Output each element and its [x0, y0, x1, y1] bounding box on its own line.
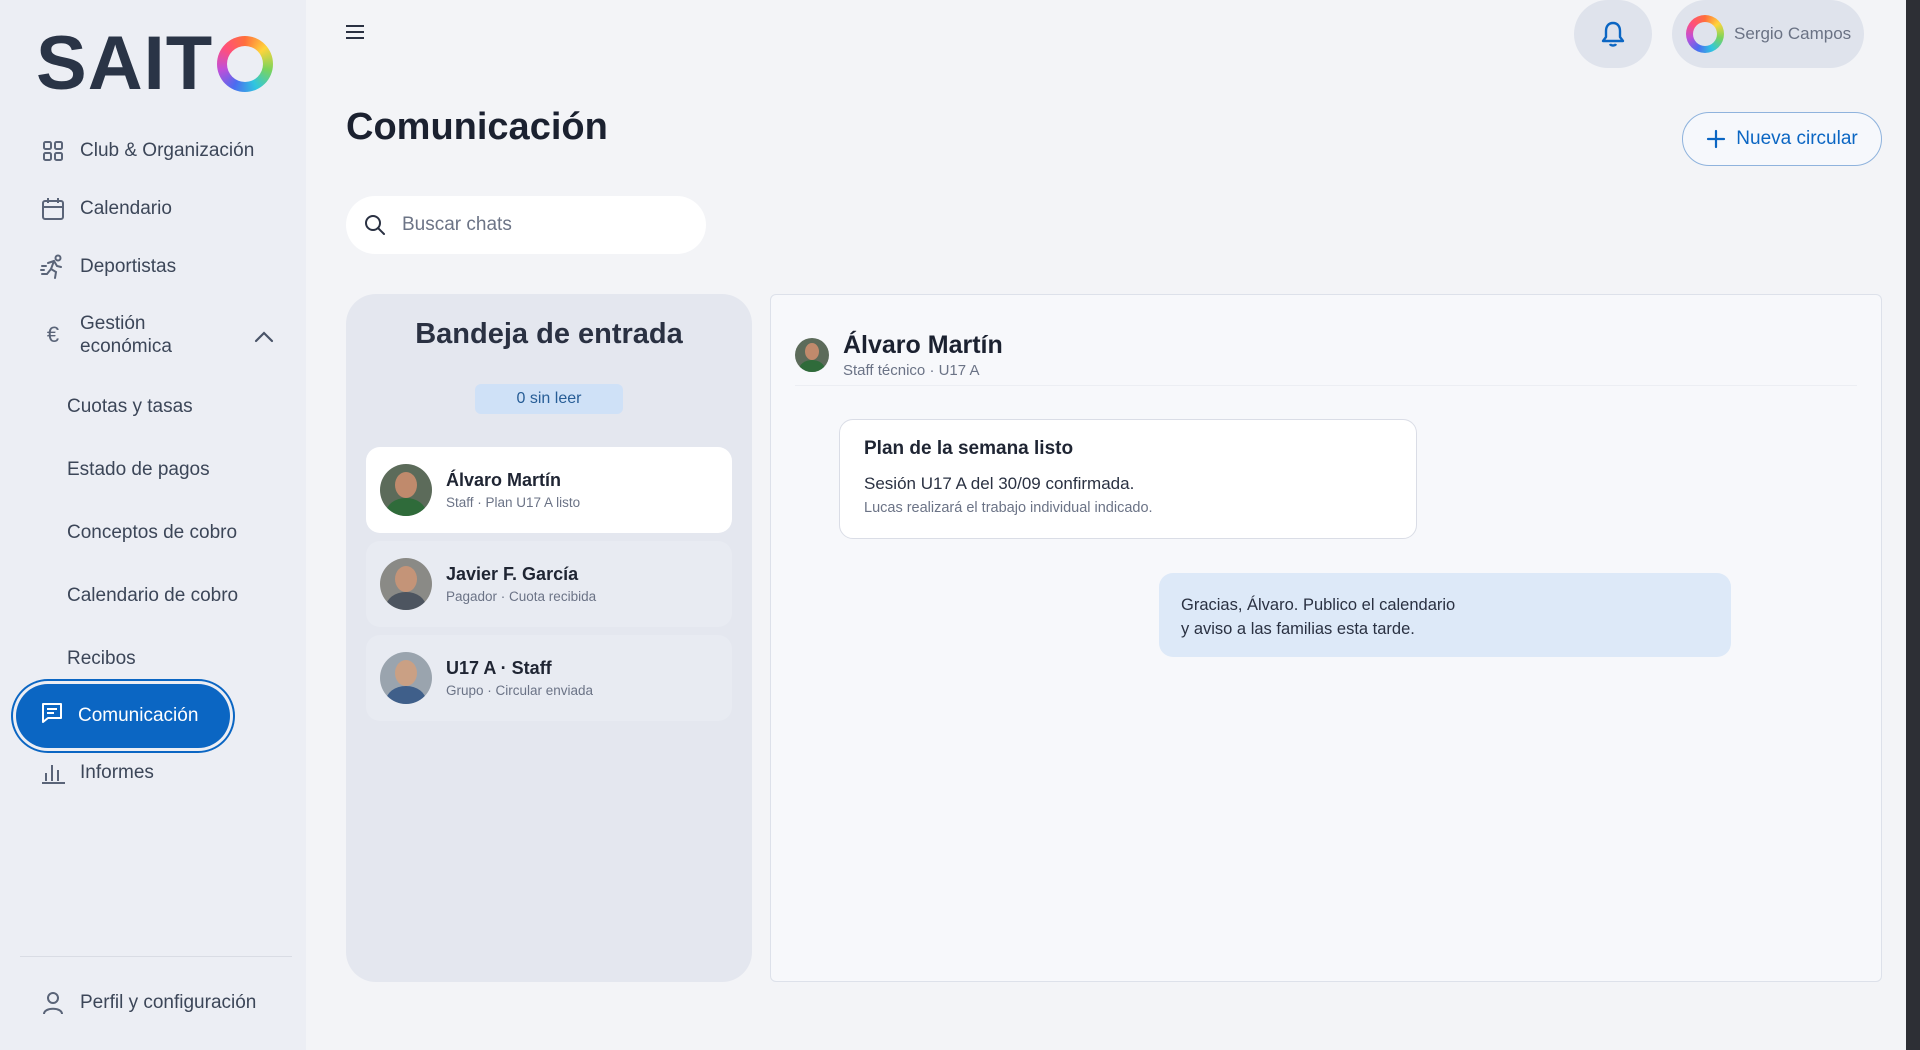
chat-subtitle: Grupo · Circular enviada: [446, 683, 594, 698]
window-edge-right: [1906, 0, 1920, 1050]
message-title: Plan de la semana listo: [864, 438, 1074, 459]
notifications-button[interactable]: [1574, 0, 1652, 68]
sidebar-subitem-charge-concepts[interactable]: Conceptos de cobro: [67, 522, 237, 544]
logo: SAIT: [36, 21, 274, 106]
incoming-message: Plan de la semana listo Sesión U17 A del…: [839, 419, 1417, 539]
sidebar-item-label: Comunicación: [78, 705, 199, 726]
avatar: [1686, 15, 1724, 53]
sidebar-item-athletes[interactable]: Deportistas: [40, 254, 176, 280]
outgoing-message: Gracias, Álvaro. Publico el calendario y…: [1159, 573, 1731, 657]
runner-icon: [40, 254, 66, 280]
sidebar-item-calendar[interactable]: Calendario: [40, 196, 172, 222]
sidebar-subitem-fees[interactable]: Cuotas y tasas: [67, 396, 193, 418]
chat-subtitle: Staff · Plan U17 A listo: [446, 495, 581, 510]
avatar: [380, 464, 432, 516]
sidebar-item-label: Perfil y configuración: [80, 992, 257, 1013]
chat-icon: [40, 701, 64, 731]
sidebar-item-label: Club & Organización: [80, 140, 255, 161]
conversation-header: Álvaro Martín Staff técnico · U17 A: [795, 331, 1003, 379]
grid-icon: [40, 138, 66, 164]
sidebar-subitem-payment-status[interactable]: Estado de pagos: [67, 459, 210, 481]
sidebar-item-label: Informes: [80, 762, 154, 783]
chat-name: Javier F. García: [446, 564, 579, 584]
message-text: Sesión U17 A del 30/09 confirmada.: [864, 474, 1135, 493]
avatar: [380, 558, 432, 610]
conversation-name: Álvaro Martín: [843, 331, 1003, 359]
sidebar-item-reports[interactable]: Informes: [40, 760, 154, 786]
search-input[interactable]: [402, 214, 672, 236]
logo-text: SAIT: [36, 21, 214, 106]
euro-icon: €: [46, 322, 60, 347]
sidebar-item-label: Gestión económica: [80, 313, 172, 357]
sidebar-item-economic[interactable]: € Gestión económica: [40, 312, 172, 358]
sidebar-subitem-receipts[interactable]: Recibos: [67, 648, 136, 670]
conversation-panel: Álvaro Martín Staff técnico · U17 A Plan…: [770, 294, 1882, 982]
chat-item-javier[interactable]: Javier F. García Pagador · Cuota recibid…: [366, 541, 732, 627]
menu-icon[interactable]: [344, 22, 366, 42]
main-content: Sergio Campos Comunicación Nueva circula…: [306, 0, 1920, 1050]
sidebar-subitem-charge-calendar[interactable]: Calendario de cobro: [67, 585, 238, 607]
message-line: Gracias, Álvaro. Publico el calendario: [1181, 596, 1456, 614]
sidebar-divider: [20, 956, 292, 957]
inbox-title: Bandeja de entrada: [415, 318, 683, 350]
divider: [795, 385, 1857, 386]
unread-badge: 0 sin leer: [475, 384, 623, 414]
chat-item-alvaro[interactable]: Álvaro Martín Staff · Plan U17 A listo: [366, 447, 732, 533]
inbox-panel: Bandeja de entrada 0 sin leer Álvaro Mar…: [346, 294, 752, 982]
user-name: Sergio Campos: [1734, 24, 1852, 43]
sidebar-item-label: Calendario: [80, 198, 172, 219]
sidebar-item-profile[interactable]: Perfil y configuración: [40, 990, 256, 1016]
chat-item-u17-staff[interactable]: U17 A · Staff Grupo · Circular enviada: [366, 635, 732, 721]
bar-chart-icon: [40, 760, 66, 786]
sidebar-item-label: Deportistas: [80, 256, 177, 277]
user-icon: [40, 990, 66, 1016]
logo-ring-icon: [217, 36, 274, 92]
page-title: Comunicación: [346, 106, 608, 148]
calendar-icon: [40, 196, 66, 222]
user-menu[interactable]: Sergio Campos: [1672, 0, 1864, 68]
bell-icon: [1601, 21, 1625, 47]
avatar: [795, 338, 829, 372]
search-icon: [365, 215, 385, 235]
conversation-subtitle: Staff técnico · U17 A: [843, 362, 980, 379]
chat-subtitle: Pagador · Cuota recibida: [446, 589, 597, 604]
chat-name: U17 A · Staff: [446, 658, 552, 678]
sidebar-item-club[interactable]: Club & Organización: [40, 138, 254, 164]
new-circular-button[interactable]: Nueva circular: [1682, 112, 1882, 166]
sidebar: SAIT Club & Organización Calendario Depo…: [0, 0, 306, 1050]
message-line: y aviso a las familias esta tarde.: [1181, 620, 1415, 638]
chat-name: Álvaro Martín: [446, 470, 562, 490]
avatar: [380, 652, 432, 704]
message-note: Lucas realizará el trabajo individual in…: [864, 500, 1153, 516]
search-box: [346, 196, 706, 254]
plus-icon: [1707, 129, 1726, 149]
sidebar-item-communication[interactable]: Comunicación: [16, 684, 230, 748]
new-circular-label: Nueva circular: [1736, 128, 1858, 149]
chevron-up-icon[interactable]: [253, 326, 275, 348]
